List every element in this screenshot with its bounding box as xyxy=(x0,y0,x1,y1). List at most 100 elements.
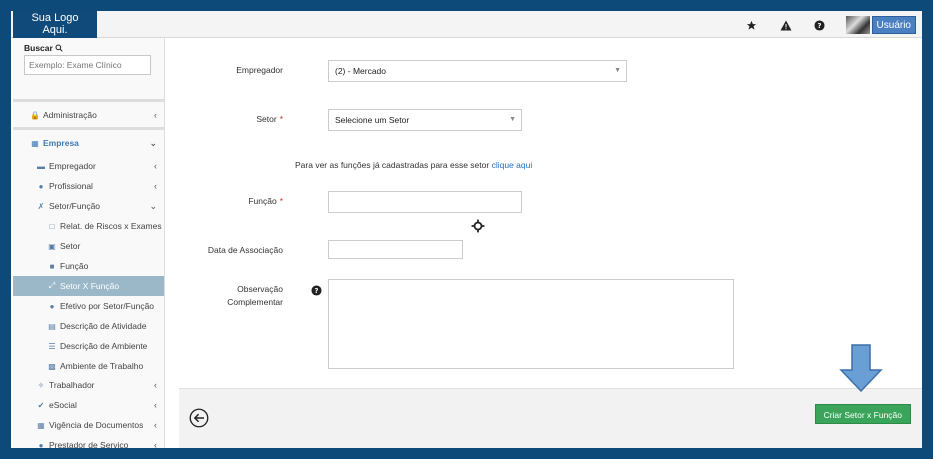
setor-select-value: Selecione um Setor xyxy=(335,115,410,125)
search-icon xyxy=(55,44,63,52)
logo[interactable]: Sua Logo Aqui. xyxy=(13,11,97,38)
setor-select[interactable]: Selecione um Setor ▼ xyxy=(328,109,522,131)
help-icon[interactable]: ? xyxy=(311,285,322,298)
criar-setor-funcao-button[interactable]: Criar Setor x Função xyxy=(814,404,911,424)
sidebar-item-label: Empregador xyxy=(49,161,96,171)
help-icon[interactable]: ? xyxy=(812,17,828,33)
binoculars-icon: ▣ xyxy=(48,241,56,251)
sidebar-item-label: Setor X Função xyxy=(60,281,120,291)
sidebar-item-empresa[interactable]: ▦ Empresa ⌄ xyxy=(13,133,164,153)
card-icon: ▤ xyxy=(48,321,56,331)
expand-icon: ⤢ xyxy=(48,281,56,290)
back-arrow-icon[interactable] xyxy=(189,408,209,430)
lock-icon: 🔒 xyxy=(30,110,40,120)
caret-down-icon: ▼ xyxy=(614,67,621,74)
document-icon: □ xyxy=(49,221,55,231)
sidebar-item-funcao[interactable]: ■ Função xyxy=(13,256,164,276)
funcao-label: Função * xyxy=(201,196,283,206)
app-window: Sua Logo Aqui. ? Usuário Buscar 🔒 A xyxy=(11,11,922,448)
sidebar-item-descricao-atividade[interactable]: ▤ Descrição de Atividade xyxy=(13,316,164,336)
annotation-down-arrow-icon xyxy=(839,344,883,394)
sidebar-item-prestador[interactable]: ● Prestador de Serviço ‹ xyxy=(13,435,164,448)
sidebar-item-ambiente-trabalho[interactable]: ▩ Ambiente de Trabalho xyxy=(13,356,164,376)
sidebar-item-profissional[interactable]: ● Profissional ‹ xyxy=(13,176,164,196)
sidebar-item-vigencia[interactable]: ▦ Vigência de Documentos ‹ xyxy=(13,415,164,435)
star-icon[interactable] xyxy=(744,17,760,33)
setor-label: Setor * xyxy=(201,114,283,124)
search-input[interactable] xyxy=(24,55,151,75)
search-label: Buscar xyxy=(24,43,63,53)
calendar-icon: ▦ xyxy=(37,420,45,430)
sidebar-divider xyxy=(13,127,164,130)
user-avatar[interactable] xyxy=(845,16,870,34)
truck-icon: ■ xyxy=(49,261,55,271)
svg-text:?: ? xyxy=(315,287,319,295)
form-footer: Criar Setor x Função xyxy=(179,388,922,448)
sidebar-item-setor[interactable]: ▣ Setor xyxy=(13,236,164,256)
sidebar-item-label: Descrição de Ambiente xyxy=(60,341,148,351)
sidebar-item-empregador[interactable]: ▬ Empregador ‹ xyxy=(13,156,164,176)
sidebar-item-trabalhador[interactable]: ✧ Trabalhador ‹ xyxy=(13,375,164,395)
sidebar-item-label: Descrição de Atividade xyxy=(60,321,147,331)
sidebar-item-label: Setor xyxy=(60,241,81,251)
sidebar-item-label: Empresa xyxy=(43,138,79,148)
list-icon: ☰ xyxy=(48,341,56,351)
chevron-down-icon: ⌄ xyxy=(149,137,157,148)
sidebar-item-label: eSocial xyxy=(49,400,77,410)
sidebar-item-label: Função xyxy=(60,261,89,271)
briefcase-icon: ▬ xyxy=(37,161,45,171)
logo-line-1: Sua Logo xyxy=(31,12,79,24)
empregador-select[interactable]: (2) - Mercado ▼ xyxy=(328,60,627,82)
person-icon: ✧ xyxy=(37,380,45,390)
required-marker: * xyxy=(279,196,283,206)
sidebar-item-relat-riscos[interactable]: □ Relat. de Riscos x Exames xyxy=(13,216,164,236)
sidebar-item-label: Efetivo por Setor/Função xyxy=(60,301,155,311)
sidebar-item-setor-funcao[interactable]: ✗ Setor/Função ⌄ xyxy=(13,196,164,216)
data-associacao-input[interactable] xyxy=(328,240,463,259)
sidebar-item-label: Prestador de Serviço xyxy=(49,440,129,448)
observacao-label-line-2: Complementar xyxy=(227,297,283,307)
clique-aqui-link[interactable]: clique aqui xyxy=(492,160,533,170)
required-marker: * xyxy=(279,114,283,124)
bar-chart-icon: ▩ xyxy=(48,361,56,371)
chevron-down-icon: ⌄ xyxy=(149,200,157,211)
top-bar: Sua Logo Aqui. ? Usuário xyxy=(11,11,922,38)
chevron-left-icon: ‹ xyxy=(154,181,157,191)
sidebar-item-setor-x-funcao[interactable]: ⤢ Setor X Função xyxy=(13,276,164,296)
building-icon: ▦ xyxy=(31,138,39,148)
warning-icon[interactable] xyxy=(778,17,794,33)
top-icons: ? Usuário xyxy=(726,16,916,34)
sidebar-item-efetivo[interactable]: ● Efetivo por Setor/Função xyxy=(13,296,164,316)
sidebar-item-esocial[interactable]: ✔ eSocial ‹ xyxy=(13,395,164,415)
sidebar-item-label: Ambiente de Trabalho xyxy=(60,361,144,371)
search-label-text: Buscar xyxy=(24,43,53,53)
sidebar-divider xyxy=(13,99,164,102)
setor-label-text: Setor xyxy=(256,114,277,124)
empregador-label: Empregador xyxy=(236,65,283,75)
user-menu-button[interactable]: Usuário xyxy=(871,16,916,34)
chevron-left-icon: ‹ xyxy=(154,380,157,390)
observacao-label-line-1: Observação xyxy=(237,284,283,294)
sidebar-item-label: Relat. de Riscos x Exames xyxy=(60,221,162,231)
sidebar: Buscar 🔒 Administração ‹ ▦ Empresa ⌄ ▬ E… xyxy=(13,38,165,448)
observacao-textarea[interactable] xyxy=(328,279,734,369)
sidebar-item-administracao[interactable]: 🔒 Administração ‹ xyxy=(13,105,164,125)
chevron-left-icon: ‹ xyxy=(154,400,157,410)
logo-line-2: Aqui. xyxy=(42,24,68,36)
sidebar-item-label: Vigência de Documentos xyxy=(49,420,144,430)
sidebar-item-label: Profissional xyxy=(49,181,93,191)
funcao-input[interactable] xyxy=(328,191,522,213)
funcoes-hint: Para ver as funções já cadastradas para … xyxy=(295,160,532,170)
users-icon: ● xyxy=(49,301,55,311)
sidebar-item-label: Trabalhador xyxy=(49,380,95,390)
empregador-select-value: (2) - Mercado xyxy=(335,66,387,76)
wrench-icon: ✗ xyxy=(37,201,45,211)
chevron-left-icon: ‹ xyxy=(154,420,157,430)
main-form: Empregador (2) - Mercado ▼ Setor * Seleci… xyxy=(179,38,922,448)
funcoes-hint-text: Para ver as funções já cadastradas para … xyxy=(295,160,490,170)
user-icon: ● xyxy=(38,181,44,191)
check-icon: ✔ xyxy=(37,400,45,410)
sidebar-item-descricao-ambiente[interactable]: ☰ Descrição de Ambiente xyxy=(13,336,164,356)
sidebar-item-label: Administração xyxy=(43,110,97,120)
chevron-left-icon: ‹ xyxy=(154,110,157,120)
